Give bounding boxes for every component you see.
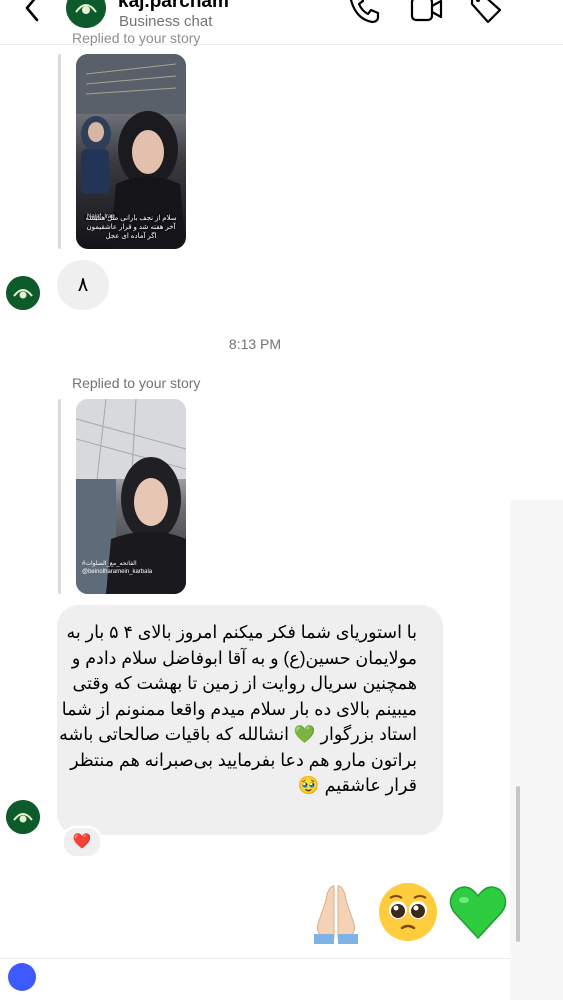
quote-bar <box>58 54 61 249</box>
timestamp: 8:13 PM <box>228 336 282 352</box>
message-input-bar[interactable] <box>0 958 510 1001</box>
back-chevron-icon[interactable] <box>18 0 48 26</box>
quote-bar-2 <box>58 399 61 594</box>
header-subtitle: Business chat <box>119 13 213 30</box>
replied-label-top: Replied to your story <box>72 30 201 46</box>
camera-button-icon[interactable] <box>8 963 36 991</box>
pleading-face-emoji-icon[interactable] <box>376 880 440 944</box>
story-caption-1: سلام از نجف بارانی مثل همیشه آخر هفته شد… <box>85 215 177 240</box>
story-thumbnail-1[interactable]: Najaf, Iraq سلام از نجف بارانی مثل همیشه… <box>76 54 186 249</box>
header-avatar[interactable] <box>66 0 106 28</box>
header-username[interactable]: kaj.parcham <box>118 0 229 13</box>
sender-avatar-2[interactable] <box>6 800 40 834</box>
message-bubble-short[interactable]: ٨ <box>57 260 109 310</box>
story-caption-2: #الفاتحه_مع_الصلوات @beinolharamein_karb… <box>82 561 153 575</box>
scrollbar[interactable] <box>516 786 520 942</box>
tag-icon[interactable] <box>468 0 504 26</box>
green-heart-emoji-icon[interactable] <box>446 880 510 944</box>
heart-reaction[interactable]: ❤️ <box>62 826 102 858</box>
story-thumbnail-2[interactable]: #الفاتحه_مع_الصلوات @beinolharamein_karb… <box>76 399 186 594</box>
phone-icon[interactable] <box>346 0 382 26</box>
video-camera-icon[interactable] <box>408 0 444 26</box>
folded-hands-emoji-icon[interactable] <box>304 880 368 944</box>
sender-avatar[interactable] <box>6 276 40 310</box>
message-bubble-long[interactable]: با استوریای شما فکر میکنم امروز بالای ۴ … <box>57 605 443 835</box>
replied-label: Replied to your story <box>72 375 201 391</box>
message-text: با استوریای شما فکر میکنم امروز بالای ۴ … <box>59 622 417 795</box>
